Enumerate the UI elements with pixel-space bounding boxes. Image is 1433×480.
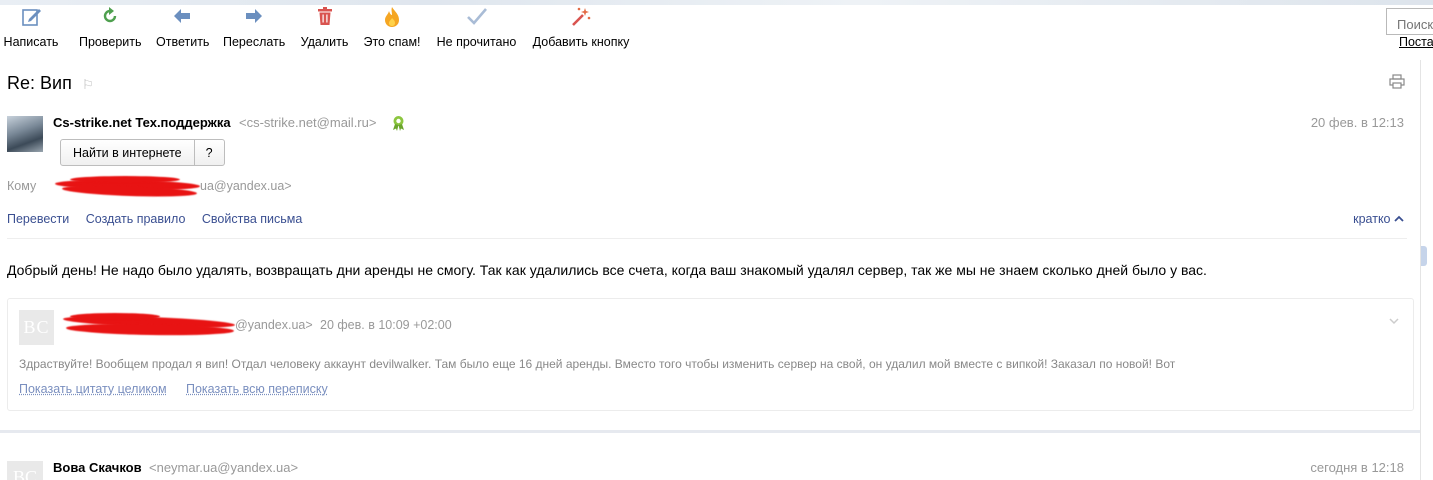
next-message-date: сегодня в 12:18	[1310, 460, 1404, 475]
flag-icon[interactable]: ⚐	[82, 77, 94, 93]
compose-button[interactable]: Написать	[3, 6, 59, 54]
collapse-label: кратко	[1353, 212, 1391, 226]
refresh-button[interactable]: Проверить	[79, 6, 142, 54]
delete-label: Удалить	[300, 35, 349, 49]
next-sender-email: <neymar.ua@yandex.ua>	[149, 460, 299, 475]
forward-button[interactable]: Переслать	[223, 6, 285, 54]
quote-avatar: BC	[19, 310, 54, 345]
print-icon[interactable]	[1389, 74, 1405, 94]
verified-ribbon-icon	[391, 115, 406, 131]
recipient-label: Кому	[7, 179, 37, 193]
post-link[interactable]: Поста	[1399, 35, 1433, 49]
refresh-label: Проверить	[79, 35, 142, 49]
quote-date: 20 фев. в 10:09 +02:00	[320, 318, 452, 332]
compose-label: Написать	[3, 35, 59, 49]
translate-link[interactable]: Перевести	[7, 212, 69, 226]
trash-icon	[300, 6, 349, 30]
find-online-button-group: Найти в интернете ?	[60, 139, 225, 166]
reply-button[interactable]: Ответить	[156, 6, 210, 54]
find-online-button[interactable]: Найти в интернете	[61, 140, 194, 165]
spam-button[interactable]: Это спам!	[363, 6, 421, 54]
header-divider	[7, 238, 1407, 239]
next-sender-avatar[interactable]: BC	[7, 461, 43, 480]
message-date: 20 фев. в 12:13	[1310, 115, 1404, 130]
add-button-button[interactable]: Добавить кнопку	[531, 6, 631, 54]
help-button[interactable]: ?	[193, 140, 224, 165]
quoted-message[interactable]: BC @yandex.ua> 20 фев. в 10:09 +02:00 Зд…	[7, 298, 1414, 411]
rail-marker	[1421, 246, 1427, 266]
show-thread-link[interactable]: Показать всю переписку	[186, 382, 328, 396]
message-properties-link[interactable]: Свойства письма	[202, 212, 302, 226]
mark-unread-button[interactable]: Не прочитано	[436, 6, 517, 54]
top-strip	[0, 0, 1433, 5]
toolbar: Написать Проверить Ответить Переслать Уд…	[0, 6, 1380, 56]
add-button-label: Добавить кнопку	[532, 35, 630, 49]
delete-button[interactable]: Удалить	[300, 6, 349, 54]
unread-check-icon	[436, 6, 517, 30]
quote-sender-email: @yandex.ua>	[235, 318, 313, 332]
message-subject: Re: Вип	[7, 73, 72, 93]
chevron-down-icon[interactable]	[1389, 313, 1399, 328]
forward-icon	[223, 6, 285, 30]
right-scroll-rail[interactable]	[1420, 60, 1433, 480]
show-full-quote-link[interactable]: Показать цитату целиком	[19, 382, 167, 396]
next-sender-name[interactable]: Вова Скачков	[53, 460, 142, 475]
magic-wand-icon	[531, 6, 631, 30]
collapse-toggle[interactable]: кратко	[1353, 212, 1404, 226]
forward-label: Переслать	[223, 35, 286, 49]
search-input[interactable]	[1386, 8, 1433, 35]
recipient-email: ua@yandex.ua>	[200, 179, 292, 193]
spam-label: Это спам!	[363, 35, 421, 49]
chevron-up-icon	[1394, 212, 1404, 226]
thread-separator	[0, 430, 1420, 433]
message-body: Добрый день! Не надо было удалять, возвр…	[7, 262, 1207, 278]
sender-email: <cs-strike.net@mail.ru>	[239, 115, 377, 130]
create-rule-link[interactable]: Создать правило	[86, 212, 186, 226]
reply-icon	[156, 6, 208, 30]
reply-label: Ответить	[156, 35, 210, 49]
message-actions: Перевести Создать правило Свойства письм…	[7, 212, 315, 226]
sender-avatar[interactable]	[7, 116, 43, 152]
sender-name[interactable]: Cs-strike.net Тех.поддержка	[53, 115, 231, 130]
spam-fire-icon	[363, 6, 421, 30]
mark-unread-label: Не прочитано	[436, 35, 517, 49]
quote-text: Здраствуйте! Вообщем продал я вип! Отдал…	[19, 357, 1176, 371]
refresh-icon	[79, 6, 141, 30]
compose-icon	[3, 6, 59, 30]
